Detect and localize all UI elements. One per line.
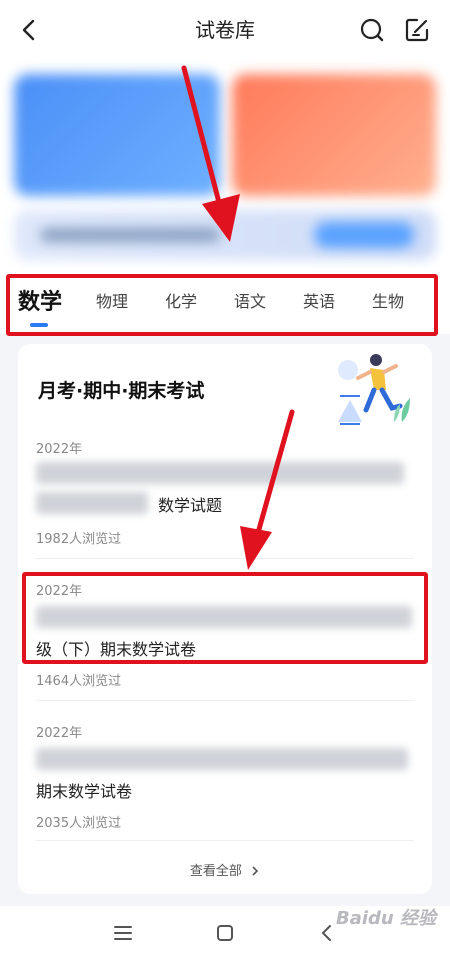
tab-chinese[interactable]: 语文 xyxy=(234,288,266,312)
divider xyxy=(36,558,414,559)
app-header: 试卷库 xyxy=(0,0,450,60)
running-student-illustration xyxy=(338,354,410,425)
exam-card: 月考·期中·期末考试 2022年 数学试题 1982人浏览过 2022年 级（下… xyxy=(18,344,432,894)
card-title: 月考·期中·期末考试 xyxy=(38,380,205,402)
blurred-title-text xyxy=(36,462,404,484)
exam-year: 2022年 xyxy=(36,584,83,599)
exam-year: 2022年 xyxy=(36,442,83,457)
exam-title: 级（下）期末数学试卷 xyxy=(36,640,197,659)
tab-english[interactable]: 英语 xyxy=(303,288,335,312)
active-tab-indicator xyxy=(30,323,48,327)
tab-physics[interactable]: 物理 xyxy=(96,288,128,312)
home-square-icon[interactable] xyxy=(212,920,238,946)
search-icon[interactable] xyxy=(358,16,386,44)
tab-math[interactable]: 数学 xyxy=(18,284,62,316)
banner-area xyxy=(0,60,450,268)
subject-tabs: 数学 物理 化学 语文 英语 生物 xyxy=(0,268,450,334)
tab-chemistry[interactable]: 化学 xyxy=(165,288,197,312)
baidu-watermark: Baidu 经验 xyxy=(336,908,437,929)
divider xyxy=(36,700,414,701)
view-count: 2035人浏览过 xyxy=(36,816,122,831)
blurred-title-text xyxy=(36,492,148,514)
edit-icon[interactable] xyxy=(403,16,431,44)
view-count: 1464人浏览过 xyxy=(36,674,122,689)
blurred-title-text xyxy=(36,606,412,628)
tab-biology[interactable]: 生物 xyxy=(372,288,404,312)
chevron-right-icon xyxy=(252,866,259,876)
exam-year: 2022年 xyxy=(36,726,83,741)
promo-banner-orange[interactable] xyxy=(232,74,436,196)
exam-title: 数学试题 xyxy=(158,496,223,515)
menu-icon[interactable] xyxy=(110,920,136,946)
view-all-link[interactable]: 查看全部 xyxy=(18,860,432,879)
view-count: 1982人浏览过 xyxy=(36,532,122,547)
view-all-label: 查看全部 xyxy=(189,864,242,879)
blurred-title-text xyxy=(36,748,408,770)
promo-strip[interactable] xyxy=(14,210,436,260)
promo-banner-blue[interactable] xyxy=(14,74,220,196)
divider xyxy=(36,840,414,841)
exam-title: 期末数学试卷 xyxy=(36,782,133,801)
